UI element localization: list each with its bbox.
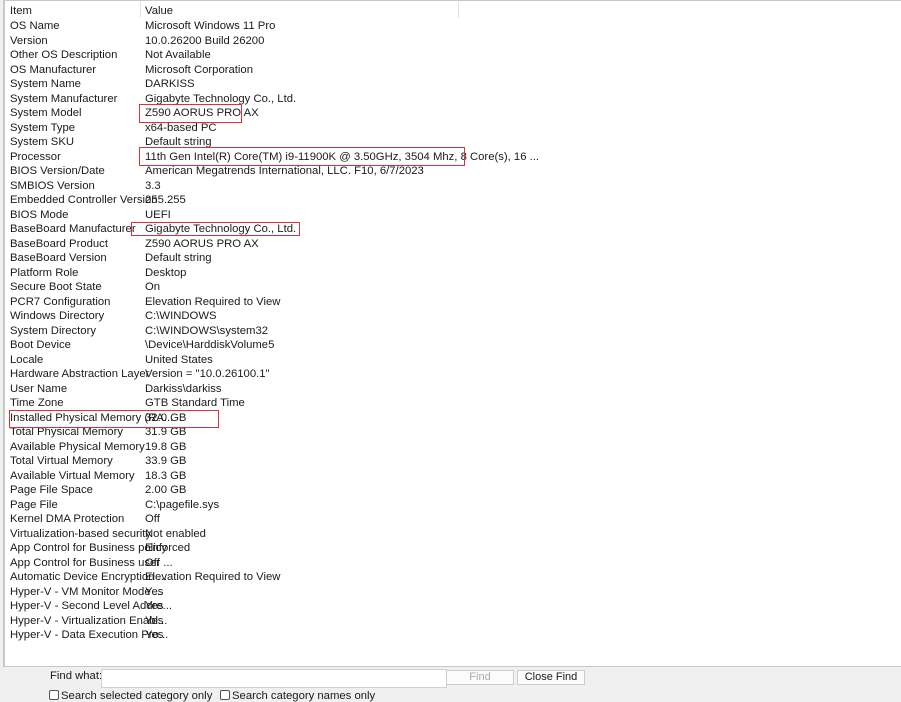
item-name: Windows Directory <box>10 310 105 323</box>
checkbox-icon <box>220 690 230 700</box>
checkbox-label: Search category names only <box>232 690 376 702</box>
item-name: Processor <box>10 150 61 163</box>
item-value: Enforced <box>145 542 191 555</box>
item-name: BaseBoard Product <box>10 237 108 250</box>
item-name: Other OS Description <box>10 49 118 62</box>
item-name: System Manufacturer <box>10 92 118 105</box>
item-name: Page File Space <box>10 484 93 497</box>
item-value: United States <box>145 353 213 366</box>
item-value: DARKISS <box>145 78 195 91</box>
item-name: Hyper-V - VM Monitor Mode ... <box>10 585 164 598</box>
item-name: OS Name <box>10 20 60 32</box>
highlight-box-baseboard-manufacturer <box>131 222 300 236</box>
item-value: Off <box>145 513 160 526</box>
item-value: \Device\HarddiskVolume5 <box>145 339 275 352</box>
item-name: BIOS Version/Date <box>10 165 105 178</box>
item-name: Secure Boot State <box>10 281 102 294</box>
item-value: On <box>145 281 161 294</box>
item-name: Automatic Device Encryption ... <box>10 571 167 584</box>
item-value: 3.3 <box>145 179 161 192</box>
item-name: SMBIOS Version <box>10 179 95 192</box>
item-name: System Name <box>10 78 81 91</box>
search-selected-category-checkbox[interactable]: Search selected category only <box>49 690 212 702</box>
item-name: Embedded Controller Version <box>10 194 158 207</box>
item-name: Locale <box>10 353 44 366</box>
item-name: Hyper-V - Virtualization Enabl... <box>10 614 168 627</box>
item-value: Yes <box>145 585 164 598</box>
item-value: Off <box>145 556 160 569</box>
item-value: Microsoft Corporation <box>145 63 253 76</box>
item-value: 19.8 GB <box>145 440 187 453</box>
column-header-value[interactable]: Value <box>145 4 173 18</box>
item-name: PCR7 Configuration <box>10 295 111 308</box>
item-value: 255.255 <box>145 194 186 207</box>
item-value: Not enabled <box>145 527 206 540</box>
item-name: BIOS Mode <box>10 208 69 221</box>
close-find-button[interactable]: Close Find <box>517 670 585 685</box>
item-value: Default string <box>145 252 212 265</box>
item-value: Yes <box>145 614 164 627</box>
column-header-item[interactable]: Item <box>10 4 32 18</box>
item-value: UEFI <box>145 208 171 221</box>
item-name: Kernel DMA Protection <box>10 513 125 526</box>
item-name: App Control for Business policy <box>10 542 167 555</box>
highlight-box-system-model <box>139 104 242 123</box>
item-name: Available Physical Memory <box>10 440 145 453</box>
system-summary-list[interactable]: Item Value OS Name Microsoft Windows 11 P… <box>3 0 901 667</box>
item-value: Elevation Required to View <box>145 571 281 584</box>
item-value: Z590 AORUS PRO AX <box>145 237 259 250</box>
item-name: Boot Device <box>10 339 71 352</box>
item-value: 33.9 GB <box>145 455 187 468</box>
find-what-label: Find what: <box>50 670 103 682</box>
item-value: C:\pagefile.sys <box>145 498 220 511</box>
find-what-input[interactable] <box>101 669 447 688</box>
item-name: OS Manufacturer <box>10 63 97 76</box>
item-name: BaseBoard Manufacturer <box>10 223 136 236</box>
item-value: Darkiss\darkiss <box>145 382 222 395</box>
search-category-names-checkbox[interactable]: Search category names only <box>220 690 375 702</box>
item-value: Version = "10.0.26100.1" <box>145 368 270 381</box>
column-divider[interactable] <box>458 2 459 18</box>
item-name: System Type <box>10 121 76 134</box>
item-value: 2.00 GB <box>145 484 187 497</box>
item-value: Microsoft Windows 11 Pro <box>145 20 276 32</box>
item-value: Desktop <box>145 266 187 279</box>
item-name: Platform Role <box>10 266 79 279</box>
item-name: Time Zone <box>10 397 64 410</box>
item-name: System Directory <box>10 324 96 337</box>
column-divider[interactable] <box>140 2 141 18</box>
item-name: Total Virtual Memory <box>10 455 113 468</box>
item-name: System Model <box>10 107 82 120</box>
item-value: C:\WINDOWS\system32 <box>145 324 269 337</box>
item-name: Available Virtual Memory <box>10 469 135 482</box>
item-name: BaseBoard Version <box>10 252 107 265</box>
item-name: Page File <box>10 498 58 511</box>
item-value: 18.3 GB <box>145 469 187 482</box>
item-value: Yes <box>145 629 164 642</box>
highlight-box-installed-memory <box>9 410 219 428</box>
find-button[interactable]: Find <box>446 670 514 685</box>
item-name: Virtualization-based security <box>10 527 152 540</box>
item-value: C:\WINDOWS <box>145 310 217 323</box>
item-name: System SKU <box>10 136 75 149</box>
item-name: Version <box>10 34 48 47</box>
item-value: Not Available <box>145 49 211 62</box>
item-value: American Megatrends International, LLC. … <box>145 165 424 178</box>
checkbox-label: Search selected category only <box>61 690 213 702</box>
item-value: Yes <box>145 600 164 613</box>
item-name: User Name <box>10 382 68 395</box>
item-value: 10.0.26200 Build 26200 <box>145 34 265 47</box>
item-value: GTB Standard Time <box>145 397 245 410</box>
highlight-box-processor <box>139 147 465 166</box>
item-name: Hardware Abstraction Layer <box>10 368 150 381</box>
item-value: Elevation Required to View <box>145 295 281 308</box>
checkbox-icon <box>49 690 59 700</box>
